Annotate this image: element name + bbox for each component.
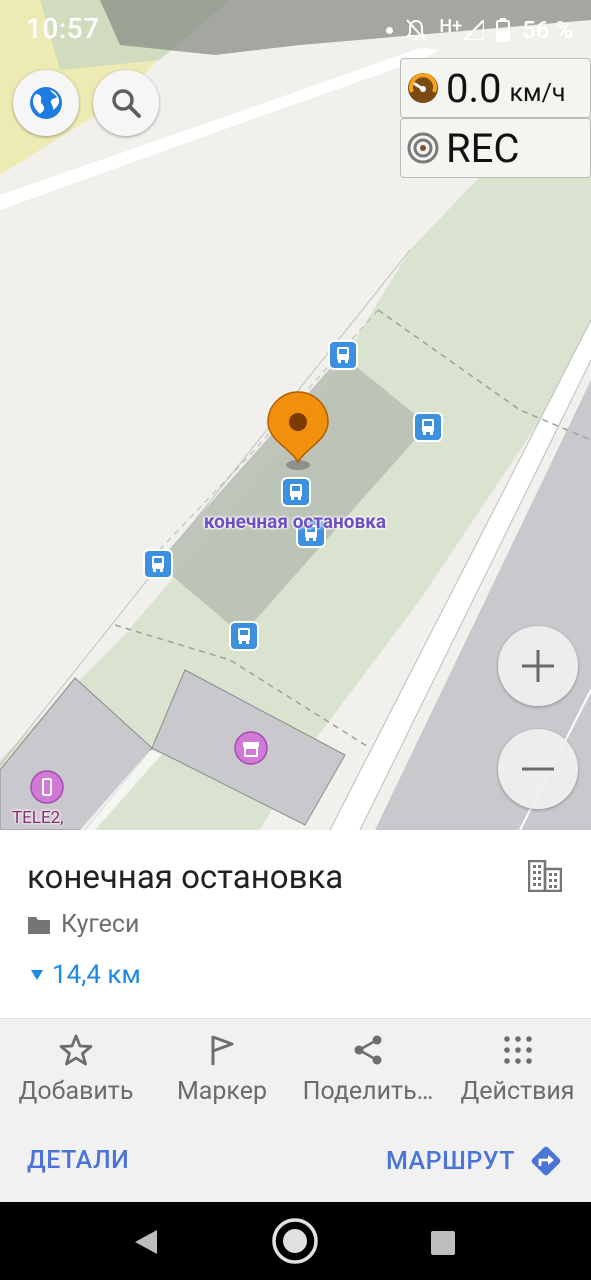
share-label: Поделить… (302, 1077, 434, 1106)
status-bar: 10:57 H+ 56 % (0, 0, 591, 58)
bus-stop-icon[interactable] (328, 340, 358, 370)
place-folder-row: Кугеси (27, 910, 139, 939)
map-poi-label: TELE2, (12, 808, 64, 828)
add-favorite-label: Добавить (18, 1077, 134, 1106)
route-icon (531, 1146, 561, 1176)
flag-icon (211, 1035, 234, 1065)
plus-icon (522, 650, 554, 682)
location-pin-icon[interactable] (267, 391, 329, 470)
bus-stop-icon[interactable] (229, 621, 259, 651)
record-widget[interactable]: REC (400, 118, 591, 178)
details-button[interactable]: ДЕТАЛИ (27, 1146, 129, 1175)
place-folder: Кугеси (61, 910, 140, 939)
speed-value: 0.0 (446, 64, 502, 112)
building-icon[interactable] (528, 860, 562, 892)
speed-widget[interactable]: 0.0 км/ч (400, 58, 591, 118)
bus-stop-icon[interactable] (413, 412, 443, 442)
globe-icon (30, 87, 62, 119)
map-stop-label: конечная остановка (203, 510, 387, 533)
search-button[interactable] (93, 70, 159, 136)
search-icon (112, 89, 141, 118)
marker-label: Маркер (176, 1077, 268, 1106)
action-bar: Добавить Маркер Поделить… Действия (0, 1018, 591, 1124)
battery-level: 56 % (522, 16, 573, 44)
speedometer-icon (408, 73, 438, 103)
bus-stop-icon[interactable] (281, 477, 311, 507)
bus-stop-icon[interactable] (143, 549, 173, 579)
back-icon[interactable] (133, 1228, 159, 1256)
zoom-in-button[interactable] (498, 626, 578, 706)
direction-arrow-icon (31, 970, 43, 980)
folder-icon (28, 916, 50, 934)
notifications-off-icon (406, 19, 427, 41)
place-distance-row: 14,4 км (30, 960, 141, 990)
map-layers-button[interactable] (13, 70, 79, 136)
star-icon (59, 1034, 93, 1066)
record-icon (407, 132, 439, 164)
recents-icon[interactable] (430, 1230, 456, 1256)
home-icon[interactable] (271, 1217, 319, 1265)
share-button[interactable]: Поделить… (292, 1019, 444, 1123)
zoom-out-button[interactable] (498, 729, 578, 809)
signal-icon (464, 20, 485, 40)
network-type: H+ (439, 15, 463, 37)
route-label: МАРШРУТ (385, 1146, 515, 1176)
map-view[interactable]: конечная остановка TELE2, 10:57 H+ 56 % (0, 0, 591, 830)
place-title: конечная остановка (27, 858, 344, 897)
minus-icon (522, 767, 554, 771)
share-icon (354, 1035, 382, 1065)
route-button[interactable]: МАРШРУТ (386, 1144, 563, 1178)
more-dots-icon (503, 1036, 532, 1064)
rec-label: REC (446, 124, 520, 172)
battery-icon (496, 18, 511, 42)
more-actions-button[interactable]: Действия (444, 1019, 591, 1123)
status-time: 10:57 (26, 12, 100, 45)
system-nav-bar (0, 1202, 591, 1280)
phone-poi-icon[interactable] (30, 770, 64, 804)
place-distance: 14,4 км (52, 960, 141, 990)
speed-unit: км/ч (509, 78, 566, 108)
shop-poi-icon[interactable] (234, 731, 268, 765)
bottom-links-bar: ДЕТАЛИ МАРШРУТ (0, 1122, 591, 1202)
more-actions-label: Действия (460, 1077, 575, 1106)
add-favorite-button[interactable]: Добавить (0, 1019, 152, 1123)
marker-button[interactable]: Маркер (152, 1019, 292, 1123)
notification-dot-icon (386, 26, 394, 34)
